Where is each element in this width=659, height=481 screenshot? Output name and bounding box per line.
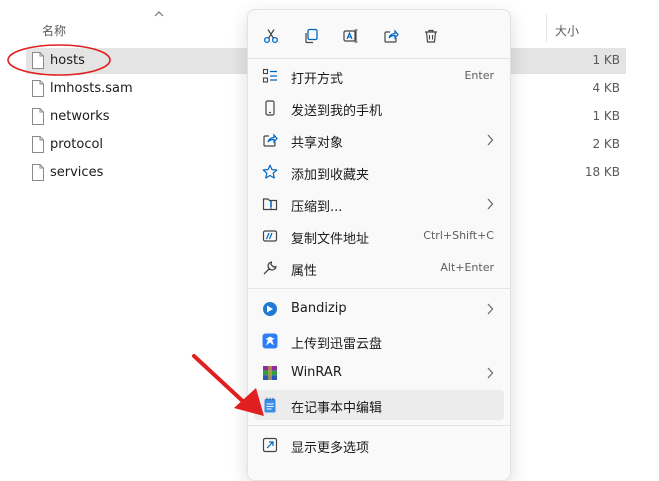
- file-name: networks: [50, 109, 110, 124]
- file-size: 4 KB: [592, 81, 620, 95]
- more-options-icon: [262, 437, 278, 453]
- menu-item-shortcut: Alt+Enter: [440, 261, 494, 274]
- cut-button[interactable]: [257, 22, 285, 50]
- menu-item-label: Bandizip: [291, 301, 347, 316]
- menu-item-label: 复制文件地址: [291, 232, 370, 247]
- share-button[interactable]: [377, 22, 405, 50]
- open-with-icon: [262, 68, 278, 84]
- menu-item-send-to-phone[interactable]: 发送到我的手机: [254, 93, 504, 123]
- menu-item-edit-in-notepad[interactable]: 在记事本中编辑: [254, 390, 504, 420]
- file-name: protocol: [50, 137, 104, 152]
- column-size-header[interactable]: 大小: [555, 22, 579, 39]
- menu-item-label: 在记事本中编辑: [291, 401, 383, 416]
- copy-path-icon: [262, 228, 278, 244]
- quick-actions-bar: [248, 20, 510, 52]
- context-menu: 打开方式 Enter 发送到我的手机 共享对象 添加到收藏夹 压缩到... 复制…: [247, 9, 511, 481]
- file-icon: [32, 164, 44, 181]
- file-name: hosts: [50, 53, 85, 68]
- chevron-right-icon: [487, 198, 494, 210]
- share-icon: [262, 132, 278, 148]
- menu-item-label: 上传到迅雷云盘: [291, 337, 383, 352]
- chevron-right-icon: [487, 303, 494, 315]
- file-size: 2 KB: [592, 137, 620, 151]
- column-divider[interactable]: [546, 14, 547, 42]
- sort-ascending-icon: [154, 11, 164, 17]
- menu-separator: [248, 58, 510, 59]
- file-name: lmhosts.sam: [50, 81, 133, 96]
- menu-item-add-favorites[interactable]: 添加到收藏夹: [254, 157, 504, 187]
- chevron-right-icon: [487, 367, 494, 379]
- menu-item-copy-path[interactable]: 复制文件地址 Ctrl+Shift+C: [254, 221, 504, 251]
- phone-icon: [262, 100, 278, 116]
- copy-button[interactable]: [297, 22, 325, 50]
- column-name-header[interactable]: 名称: [42, 22, 66, 39]
- wrench-icon: [262, 260, 278, 276]
- file-size: 1 KB: [592, 53, 620, 67]
- menu-item-label: 显示更多选项: [291, 441, 370, 456]
- rename-button[interactable]: [337, 22, 365, 50]
- menu-item-label: 共享对象: [291, 136, 344, 151]
- file-size: 1 KB: [592, 109, 620, 123]
- menu-item-open-with[interactable]: 打开方式 Enter: [254, 61, 504, 91]
- share-icon: [384, 29, 399, 43]
- menu-item-label: 打开方式: [291, 72, 344, 87]
- file-name: services: [50, 165, 104, 180]
- menu-item-label: WinRAR: [291, 365, 342, 380]
- bandizip-icon: [262, 301, 278, 317]
- scissors-icon: [263, 29, 279, 44]
- menu-separator: [248, 425, 510, 426]
- rename-icon: [343, 29, 358, 43]
- notepad-icon: [262, 397, 278, 413]
- thunder-icon: [262, 333, 278, 349]
- trash-icon: [425, 29, 437, 43]
- file-icon: [32, 108, 44, 125]
- file-icon: [32, 52, 44, 69]
- menu-item-label: 添加到收藏夹: [291, 168, 370, 183]
- winrar-icon: [262, 365, 278, 381]
- menu-item-label: 属性: [291, 264, 318, 279]
- menu-item-label: 发送到我的手机: [291, 104, 383, 119]
- file-icon: [32, 80, 44, 97]
- menu-item-thunder-upload[interactable]: 上传到迅雷云盘: [254, 326, 504, 356]
- menu-item-winrar[interactable]: WinRAR: [254, 358, 504, 388]
- file-size: 18 KB: [584, 165, 620, 179]
- menu-item-compress-to[interactable]: 压缩到...: [254, 189, 504, 219]
- menu-item-share-with[interactable]: 共享对象: [254, 125, 504, 155]
- menu-item-show-more-options[interactable]: 显示更多选项: [254, 430, 504, 460]
- delete-button[interactable]: [417, 22, 445, 50]
- menu-separator: [248, 288, 510, 289]
- copy-icon: [305, 28, 318, 44]
- file-icon: [32, 136, 44, 153]
- menu-item-bandizip[interactable]: Bandizip: [254, 294, 504, 324]
- menu-item-shortcut: Enter: [464, 69, 494, 82]
- menu-item-shortcut: Ctrl+Shift+C: [423, 229, 494, 242]
- chevron-right-icon: [487, 134, 494, 146]
- zip-icon: [262, 196, 278, 212]
- menu-item-properties[interactable]: 属性 Alt+Enter: [254, 253, 504, 283]
- star-icon: [262, 164, 278, 180]
- menu-item-label: 压缩到...: [291, 200, 343, 215]
